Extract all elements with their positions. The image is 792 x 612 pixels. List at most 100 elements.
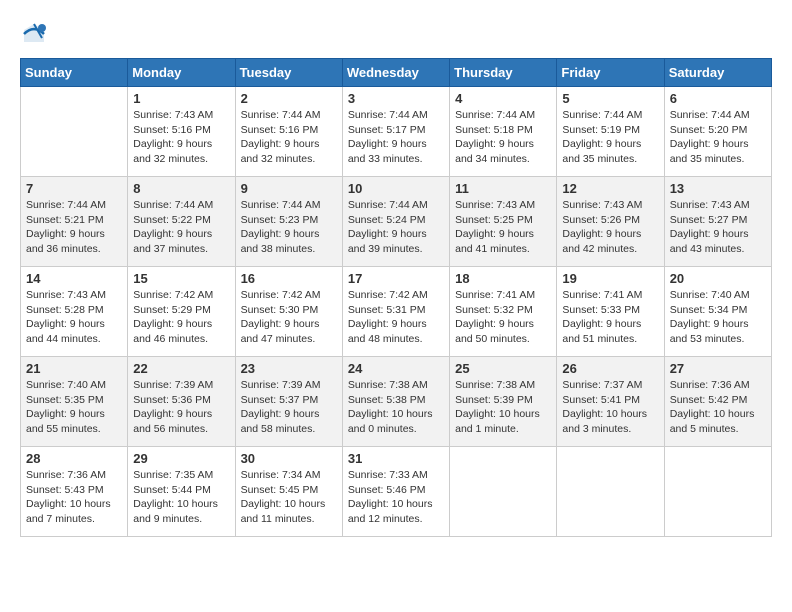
calendar-cell [450,447,557,537]
day-info: Sunrise: 7:42 AMSunset: 5:30 PMDaylight:… [241,288,337,347]
day-number: 21 [26,361,122,376]
calendar-cell [21,87,128,177]
day-info: Sunrise: 7:40 AMSunset: 5:34 PMDaylight:… [670,288,766,347]
calendar-cell: 16 Sunrise: 7:42 AMSunset: 5:30 PMDayligh… [235,267,342,357]
day-number: 2 [241,91,337,106]
day-number: 30 [241,451,337,466]
calendar-cell: 6 Sunrise: 7:44 AMSunset: 5:20 PMDaylight… [664,87,771,177]
header-friday: Friday [557,59,664,87]
calendar-cell: 15 Sunrise: 7:42 AMSunset: 5:29 PMDayligh… [128,267,235,357]
day-info: Sunrise: 7:43 AMSunset: 5:28 PMDaylight:… [26,288,122,347]
calendar-cell: 12Sunrise: 7:43 AMSunset: 5:26 PMDayligh… [557,177,664,267]
day-number: 17 [348,271,444,286]
day-number: 27 [670,361,766,376]
day-info: Sunrise: 7:38 AMSunset: 5:38 PMDaylight:… [348,378,444,437]
day-number: 25 [455,361,551,376]
calendar-cell: 4Sunrise: 7:44 AMSunset: 5:18 PMDaylight… [450,87,557,177]
week-row-1: 7 Sunrise: 7:44 AMSunset: 5:21 PMDaylight… [21,177,772,267]
day-number: 19 [562,271,658,286]
day-info: Sunrise: 7:34 AMSunset: 5:45 PMDaylight:… [241,468,337,527]
page-header [20,20,772,48]
calendar-cell: 28 Sunrise: 7:36 AMSunset: 5:43 PMDayligh… [21,447,128,537]
day-number: 24 [348,361,444,376]
calendar-cell: 10 Sunrise: 7:44 AMSunset: 5:24 PMDayligh… [342,177,449,267]
day-number: 16 [241,271,337,286]
calendar-cell: 9Sunrise: 7:44 AMSunset: 5:23 PMDaylight… [235,177,342,267]
day-number: 26 [562,361,658,376]
day-number: 11 [455,181,551,196]
day-number: 31 [348,451,444,466]
day-number: 29 [133,451,229,466]
calendar-cell: 11Sunrise: 7:43 AMSunset: 5:25 PMDayligh… [450,177,557,267]
day-number: 4 [455,91,551,106]
day-number: 23 [241,361,337,376]
day-info: Sunrise: 7:37 AMSunset: 5:41 PMDaylight:… [562,378,658,437]
calendar-cell: 1 Sunrise: 7:43 AMSunset: 5:16 PMDaylight… [128,87,235,177]
day-number: 6 [670,91,766,106]
calendar-cell: 31 Sunrise: 7:33 AMSunset: 5:46 PMDayligh… [342,447,449,537]
calendar-cell: 26 Sunrise: 7:37 AMSunset: 5:41 PMDayligh… [557,357,664,447]
calendar-cell: 8 Sunrise: 7:44 AMSunset: 5:22 PMDaylight… [128,177,235,267]
day-info: Sunrise: 7:44 AMSunset: 5:17 PMDaylight:… [348,108,444,167]
day-info: Sunrise: 7:36 AMSunset: 5:43 PMDaylight:… [26,468,122,527]
calendar-cell: 30 Sunrise: 7:34 AMSunset: 5:45 PMDayligh… [235,447,342,537]
day-info: Sunrise: 7:43 AMSunset: 5:16 PMDaylight:… [133,108,229,167]
day-number: 28 [26,451,122,466]
day-info: Sunrise: 7:36 AMSunset: 5:42 PMDaylight:… [670,378,766,437]
calendar-cell: 13Sunrise: 7:43 AMSunset: 5:27 PMDayligh… [664,177,771,267]
day-number: 8 [133,181,229,196]
week-row-4: 28 Sunrise: 7:36 AMSunset: 5:43 PMDayligh… [21,447,772,537]
day-info: Sunrise: 7:44 AMSunset: 5:24 PMDaylight:… [348,198,444,257]
calendar-cell: 22Sunrise: 7:39 AMSunset: 5:36 PMDayligh… [128,357,235,447]
calendar-cell: 27 Sunrise: 7:36 AMSunset: 5:42 PMDayligh… [664,357,771,447]
calendar-cell: 29 Sunrise: 7:35 AMSunset: 5:44 PMDayligh… [128,447,235,537]
header-sunday: Sunday [21,59,128,87]
header-tuesday: Tuesday [235,59,342,87]
day-number: 10 [348,181,444,196]
day-info: Sunrise: 7:38 AMSunset: 5:39 PMDaylight:… [455,378,551,437]
calendar-cell: 18 Sunrise: 7:41 AMSunset: 5:32 PMDayligh… [450,267,557,357]
day-info: Sunrise: 7:43 AMSunset: 5:27 PMDaylight:… [670,198,766,257]
day-info: Sunrise: 7:33 AMSunset: 5:46 PMDaylight:… [348,468,444,527]
day-number: 1 [133,91,229,106]
day-number: 20 [670,271,766,286]
day-number: 15 [133,271,229,286]
day-number: 3 [348,91,444,106]
week-row-3: 21 Sunrise: 7:40 AMSunset: 5:35 PMDayligh… [21,357,772,447]
day-number: 5 [562,91,658,106]
calendar-cell [557,447,664,537]
day-number: 9 [241,181,337,196]
day-info: Sunrise: 7:44 AMSunset: 5:22 PMDaylight:… [133,198,229,257]
calendar-table: SundayMondayTuesdayWednesdayThursdayFrid… [20,58,772,537]
day-number: 18 [455,271,551,286]
calendar-cell: 2 Sunrise: 7:44 AMSunset: 5:16 PMDaylight… [235,87,342,177]
day-info: Sunrise: 7:39 AMSunset: 5:36 PMDaylight:… [133,378,229,437]
calendar-cell [664,447,771,537]
day-info: Sunrise: 7:44 AMSunset: 5:20 PMDaylight:… [670,108,766,167]
day-number: 12 [562,181,658,196]
calendar-cell: 25 Sunrise: 7:38 AMSunset: 5:39 PMDayligh… [450,357,557,447]
day-number: 7 [26,181,122,196]
day-number: 14 [26,271,122,286]
week-row-2: 14 Sunrise: 7:43 AMSunset: 5:28 PMDayligh… [21,267,772,357]
header-wednesday: Wednesday [342,59,449,87]
calendar-cell: 19 Sunrise: 7:41 AMSunset: 5:33 PMDayligh… [557,267,664,357]
week-row-0: 1 Sunrise: 7:43 AMSunset: 5:16 PMDaylight… [21,87,772,177]
day-info: Sunrise: 7:44 AMSunset: 5:21 PMDaylight:… [26,198,122,257]
logo [20,20,52,48]
day-info: Sunrise: 7:40 AMSunset: 5:35 PMDaylight:… [26,378,122,437]
calendar-cell: 24 Sunrise: 7:38 AMSunset: 5:38 PMDayligh… [342,357,449,447]
day-info: Sunrise: 7:41 AMSunset: 5:32 PMDaylight:… [455,288,551,347]
calendar-cell: 7 Sunrise: 7:44 AMSunset: 5:21 PMDaylight… [21,177,128,267]
day-info: Sunrise: 7:44 AMSunset: 5:19 PMDaylight:… [562,108,658,167]
calendar-cell: 5 Sunrise: 7:44 AMSunset: 5:19 PMDaylight… [557,87,664,177]
header-thursday: Thursday [450,59,557,87]
day-info: Sunrise: 7:35 AMSunset: 5:44 PMDaylight:… [133,468,229,527]
day-info: Sunrise: 7:42 AMSunset: 5:29 PMDaylight:… [133,288,229,347]
logo-icon [20,20,48,48]
day-info: Sunrise: 7:44 AMSunset: 5:16 PMDaylight:… [241,108,337,167]
calendar-cell: 14 Sunrise: 7:43 AMSunset: 5:28 PMDayligh… [21,267,128,357]
day-info: Sunrise: 7:41 AMSunset: 5:33 PMDaylight:… [562,288,658,347]
calendar-cell: 21 Sunrise: 7:40 AMSunset: 5:35 PMDayligh… [21,357,128,447]
calendar-cell: 3 Sunrise: 7:44 AMSunset: 5:17 PMDaylight… [342,87,449,177]
